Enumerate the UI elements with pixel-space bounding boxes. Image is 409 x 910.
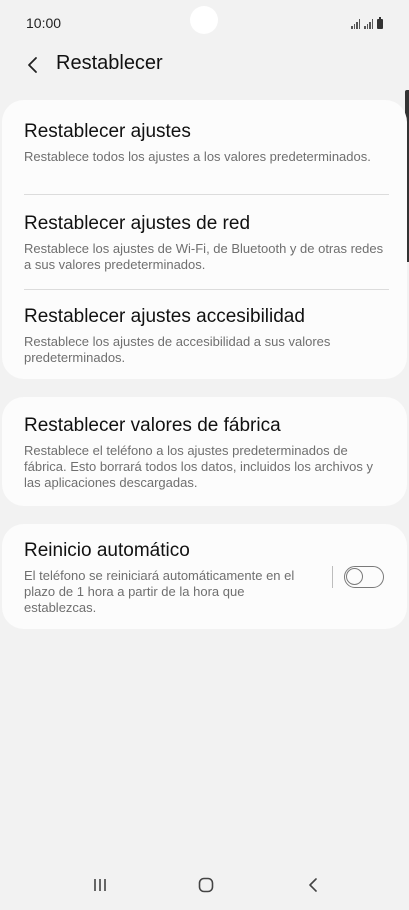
camera-cutout [190,6,218,34]
item-description: El teléfono se reiniciará automáticament… [24,568,295,615]
status-time: 10:00 [26,15,62,31]
item-title: Restablecer valores de fábrica [24,415,281,436]
back-button[interactable] [18,50,48,80]
recents-icon [94,879,106,891]
signal-icon [364,19,373,29]
recents-button[interactable] [80,870,120,900]
reset-accessibility-settings-item[interactable]: Restablecer ajustes accesibilidad Restab… [24,305,385,366]
auto-restart-item[interactable]: Reinicio automático El teléfono se reini… [24,539,307,616]
toggle-divider [332,566,333,588]
app-header: Restablecer [0,44,409,88]
signal-icon [351,19,360,29]
reset-network-settings-item[interactable]: Restablecer ajustes de red Restablece lo… [24,212,385,273]
item-title: Reinicio automático [24,540,190,561]
item-title: Restablecer ajustes [24,121,191,142]
battery-icon [377,17,383,29]
home-button[interactable] [186,870,226,900]
reset-settings-item[interactable]: Restablecer ajustes Restablece todos los… [24,120,385,165]
chevron-left-icon [28,57,37,73]
factory-reset-card: Restablecer valores de fábrica Restablec… [2,397,407,506]
item-title: Restablecer ajustes accesibilidad [24,306,305,327]
item-description: Restablece los ajustes de accesibilidad … [24,334,331,365]
divider [24,289,389,290]
reset-options-card: Restablecer ajustes Restablece todos los… [2,100,407,379]
factory-reset-item[interactable]: Restablecer valores de fábrica Restablec… [24,414,385,491]
status-bar: 10:00 [0,0,409,44]
page-title: Restablecer [56,52,163,74]
item-description: Restablece todos los ajustes a los valor… [24,149,371,164]
item-title: Restablecer ajustes de red [24,213,251,234]
item-description: Restablece los ajustes de Wi-Fi, de Blue… [24,241,384,272]
auto-restart-toggle[interactable] [344,566,384,588]
toggle-knob [346,568,363,585]
item-description: Restablece el teléfono a los ajustes pre… [24,443,374,490]
divider [24,194,389,195]
navigation-bar [0,860,409,910]
home-icon [198,877,214,893]
nav-back-button[interactable] [293,870,333,900]
back-icon [309,878,317,892]
status-icons [351,15,383,29]
auto-restart-card: Reinicio automático El teléfono se reini… [2,524,407,629]
